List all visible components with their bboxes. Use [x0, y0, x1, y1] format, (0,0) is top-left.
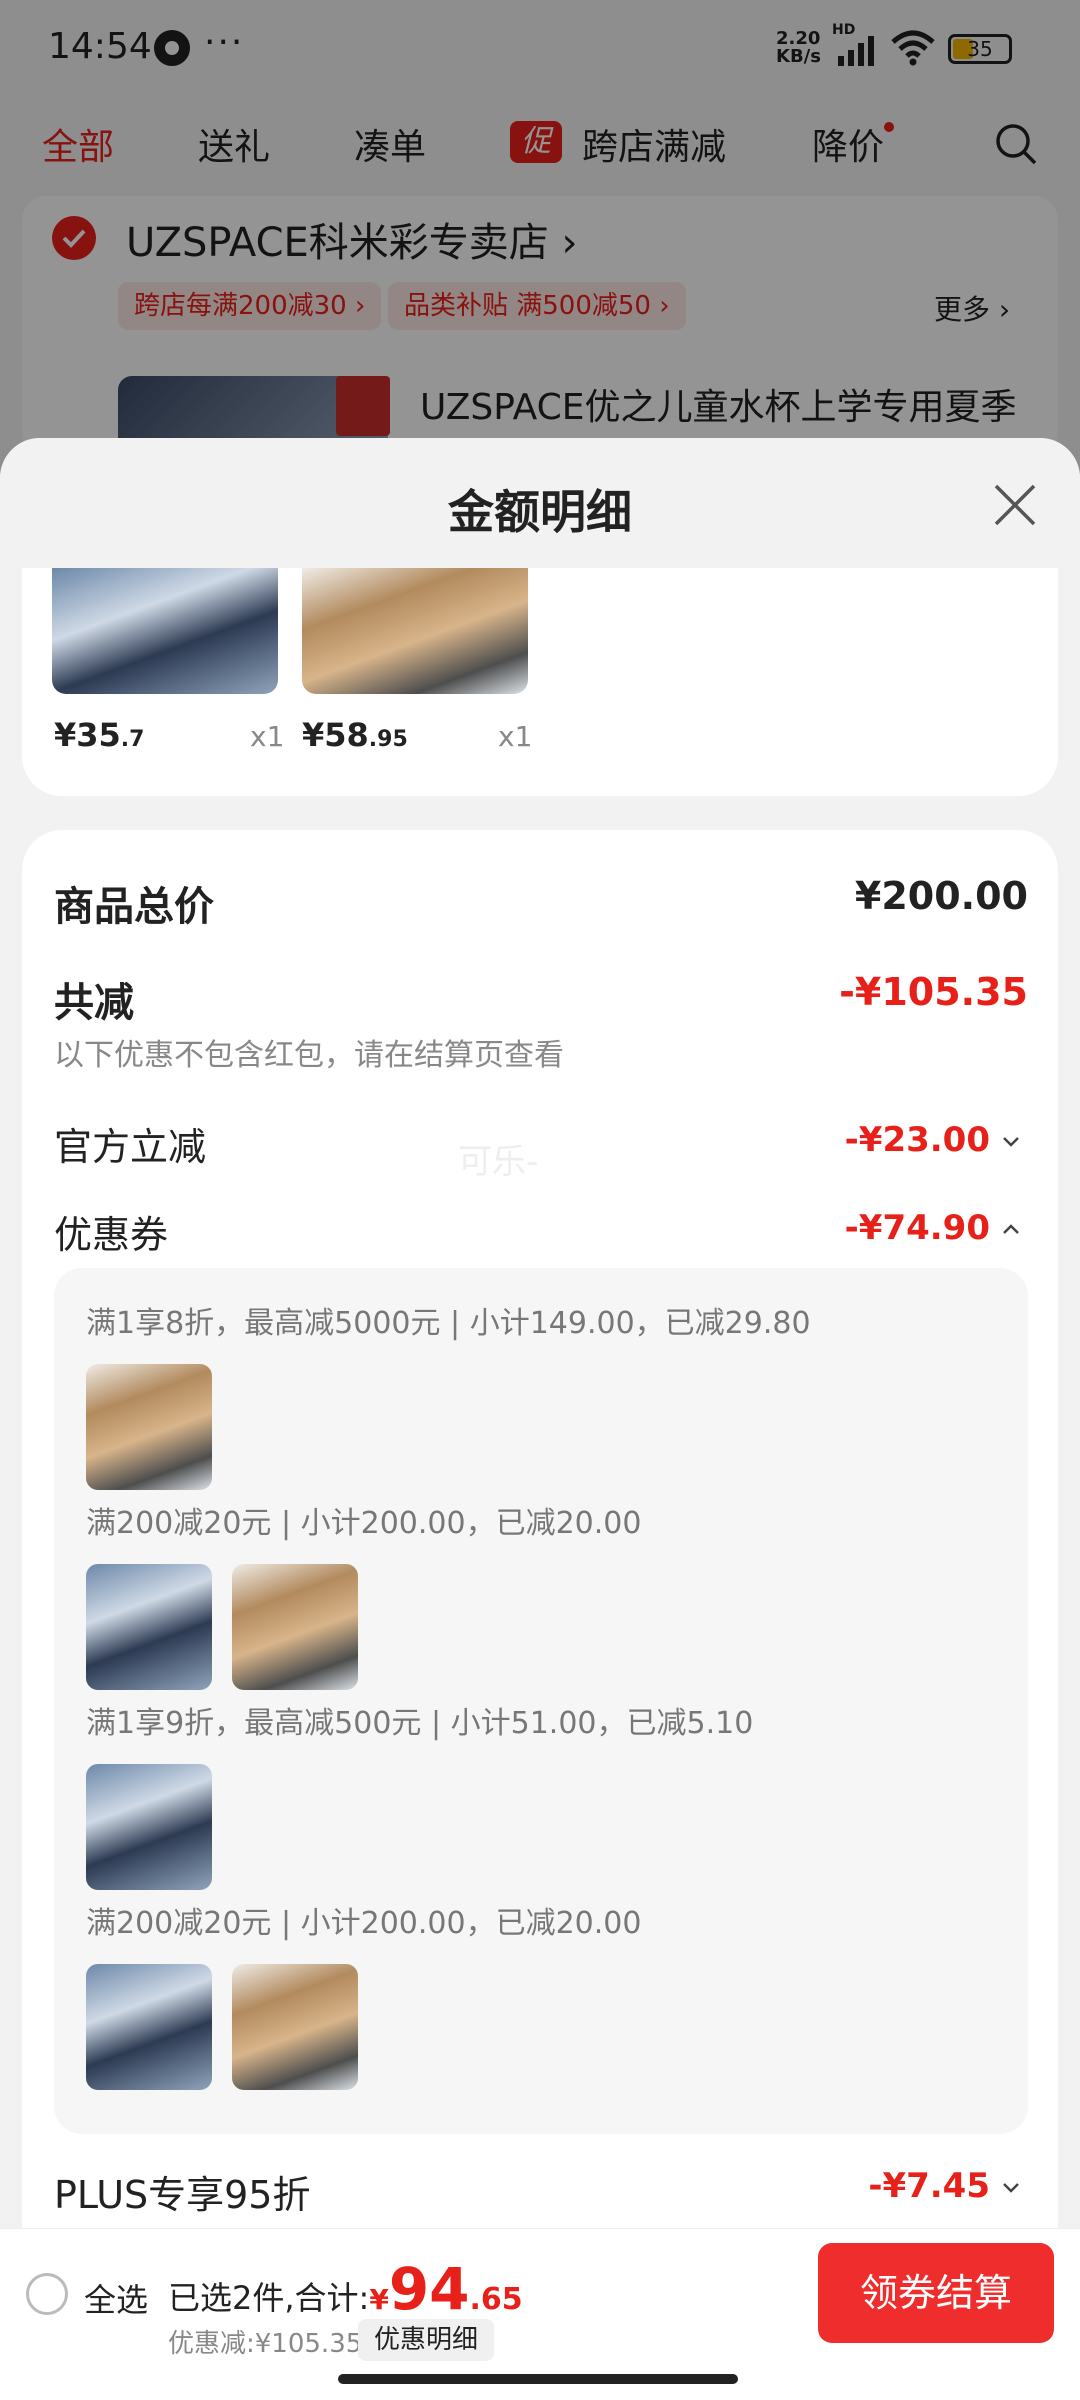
coupon-rule-line: 满1享8折，最高减5000元 | 小计149.00，已减29.80	[86, 1306, 811, 1341]
official-discount-amount[interactable]: -¥23.00	[845, 1120, 990, 1160]
product-image-thermos[interactable]	[302, 568, 528, 694]
coupon-product-thumbnail	[86, 1964, 212, 2090]
product-image-bottle-blue[interactable]	[52, 568, 278, 694]
selected-summary: 已选2件,合计:¥94.65	[168, 2255, 523, 2323]
total-reduce-label: 共减	[54, 980, 134, 1026]
coupon-breakdown: 满1享8折，最高减5000元 | 小计149.00，已减29.80 满200减2…	[54, 1268, 1028, 2134]
chevron-up-icon[interactable]	[1000, 1218, 1022, 1240]
product-qty: x1	[498, 720, 533, 753]
total-amount: ¥94.65	[369, 2255, 523, 2323]
home-indicator[interactable]	[338, 2374, 738, 2384]
products-card: ¥35.7 x1 ¥58.95 x1	[22, 568, 1058, 796]
select-all-radio[interactable]	[26, 2273, 68, 2315]
coupon-label[interactable]: 优惠券	[54, 1204, 168, 1259]
coupon-product-thumbnail	[232, 1564, 358, 1690]
amount-detail-card: 商品总价 ¥200.00 共减 -¥105.35 以下优惠不包含红包，请在结算页…	[22, 830, 1058, 2400]
product-price: ¥58.95	[302, 716, 408, 754]
discount-summary: 优惠减:¥105.35	[168, 2329, 363, 2359]
plus-discount-amount[interactable]: -¥7.45	[868, 2166, 990, 2206]
sheet-header: 金额明细	[0, 438, 1080, 568]
coupon-product-thumbnail	[86, 1764, 212, 1890]
coupon-rule-line: 满1享9折，最高减500元 | 小计51.00，已减5.10	[86, 1706, 754, 1741]
coupon-amount[interactable]: -¥74.90	[845, 1208, 990, 1248]
coupon-rule-line: 满200减20元 | 小计200.00，已减20.00	[86, 1906, 642, 1941]
coupon-product-thumbnail	[232, 1964, 358, 2090]
product-qty: x1	[250, 720, 285, 753]
checkout-button[interactable]: 领券结算	[818, 2243, 1054, 2343]
total-reduce-amount: -¥105.35	[839, 970, 1028, 1014]
total-price-label: 商品总价	[54, 884, 214, 930]
official-discount-label[interactable]: 官方立减	[54, 1116, 206, 1171]
total-price-amount: ¥200.00	[854, 874, 1028, 918]
coupon-rule-line: 满200减20元 | 小计200.00，已减20.00	[86, 1506, 642, 1541]
sheet-title: 金额明细	[448, 485, 632, 539]
reduce-note: 以下优惠不包含红包，请在结算页查看	[54, 1038, 564, 1073]
chevron-down-icon[interactable]	[1000, 1130, 1022, 1152]
close-icon[interactable]	[990, 480, 1040, 530]
amount-detail-sheet: 金额明细 ¥35.7 x1 ¥58.95 x1 商品总价 ¥200.00 共减 …	[0, 438, 1080, 2400]
discount-detail-button[interactable]: 优惠明细	[358, 2319, 495, 2361]
watermark: 可乐-	[458, 1142, 539, 1182]
chevron-down-icon[interactable]	[1000, 2176, 1022, 2198]
product-price: ¥35.7	[54, 716, 145, 754]
coupon-product-thumbnail	[86, 1364, 212, 1490]
select-all-label[interactable]: 全选	[84, 2275, 148, 2321]
plus-discount-label[interactable]: PLUS专享95折	[54, 2164, 310, 2219]
coupon-product-thumbnail	[86, 1564, 212, 1690]
